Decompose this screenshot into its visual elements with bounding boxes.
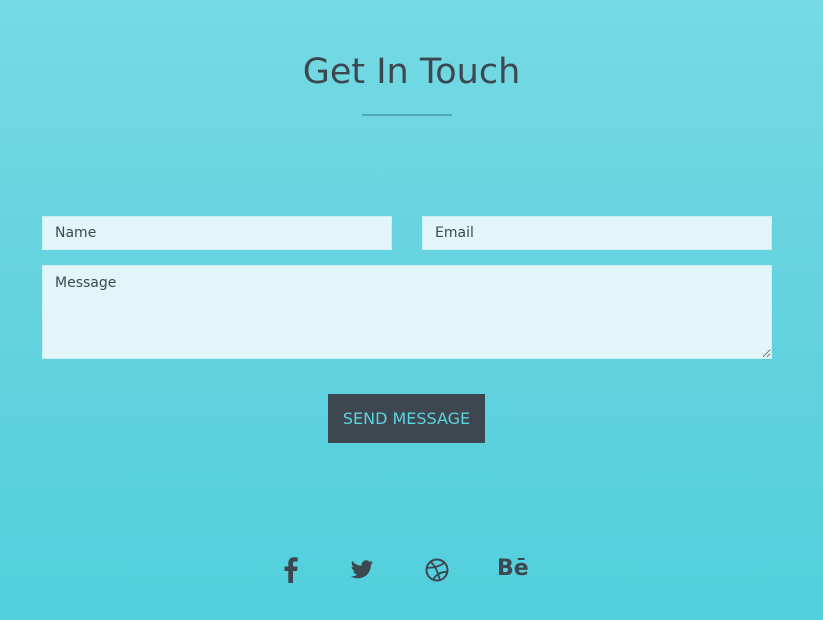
twitter-link[interactable] [348,553,376,585]
social-links: Bē [0,553,823,587]
dribbble-icon [425,558,449,582]
section-title: Get In Touch [302,52,521,92]
behance-icon: Bē [497,556,529,581]
twitter-icon [350,560,374,579]
facebook-icon [284,557,298,583]
facebook-link[interactable] [279,553,303,585]
behance-link[interactable]: Bē [497,553,529,585]
title-divider [362,114,452,116]
email-input[interactable] [422,216,772,250]
send-message-button[interactable]: SEND MESSAGE [328,394,485,443]
dribbble-link[interactable] [423,553,451,585]
name-input[interactable] [42,216,392,250]
message-textarea[interactable] [42,265,772,359]
